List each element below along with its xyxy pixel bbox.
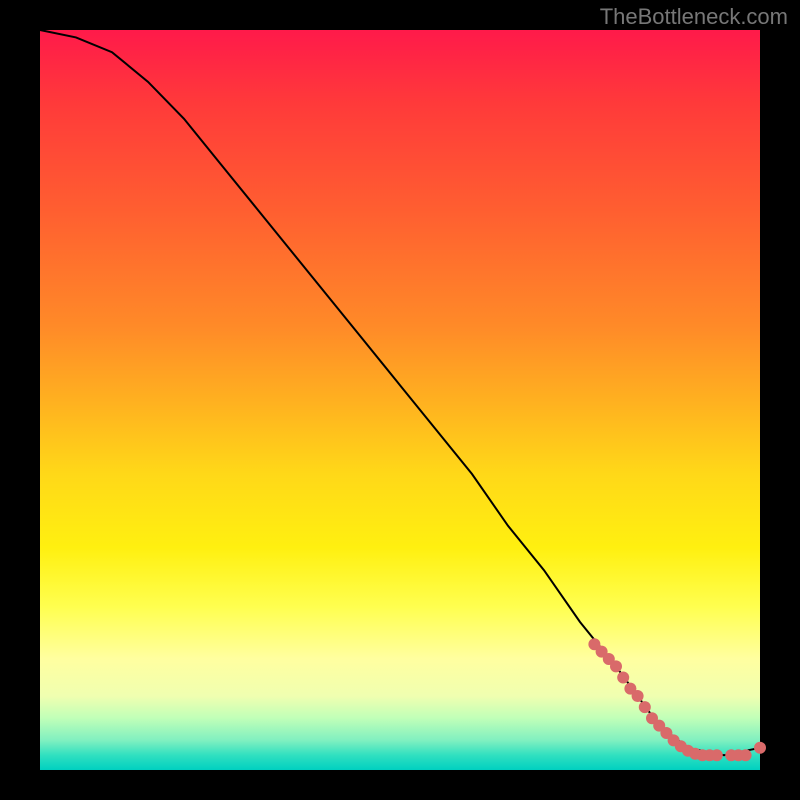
scatter-point bbox=[740, 749, 752, 761]
chart-scatter-points bbox=[588, 638, 766, 761]
chart-svg bbox=[40, 30, 760, 770]
scatter-point bbox=[639, 701, 651, 713]
scatter-point bbox=[610, 660, 622, 672]
scatter-point bbox=[754, 742, 766, 754]
scatter-point bbox=[632, 690, 644, 702]
watermark-text: TheBottleneck.com bbox=[600, 4, 788, 30]
chart-curve bbox=[40, 30, 760, 755]
chart-plot-area bbox=[40, 30, 760, 770]
scatter-point bbox=[617, 672, 629, 684]
scatter-point bbox=[711, 749, 723, 761]
